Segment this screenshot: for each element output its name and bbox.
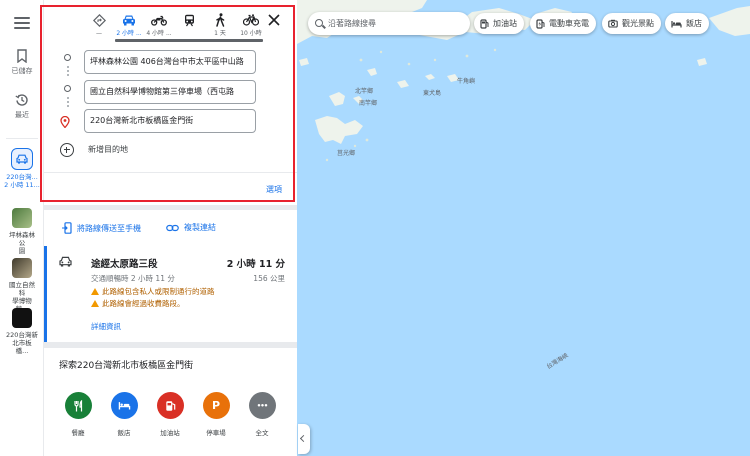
- explore-title: 探索220台灣新北市板橋區金門街: [59, 361, 194, 371]
- route-warning-restricted: 此路線包含私人或限制通行的道路: [91, 286, 215, 297]
- car-icon: [59, 256, 72, 267]
- route-warning-toll: 此路線會經過收費路段。: [91, 298, 185, 309]
- share-row: 將路線傳送至手機 複製連結: [44, 210, 297, 246]
- search-icon: [315, 19, 323, 27]
- camera-icon: [608, 19, 618, 28]
- bookmark-icon: [17, 49, 27, 63]
- map-label-nangan: 南竿鄉: [359, 100, 378, 107]
- hotel-icon: [118, 402, 130, 410]
- travel-mode-underline: [115, 39, 263, 42]
- mode-cycling[interactable]: 10 小時: [236, 12, 266, 38]
- send-to-phone-icon: [62, 222, 72, 234]
- connector-dots: [66, 66, 69, 78]
- car-icon: [16, 154, 28, 164]
- gas-station-icon: [480, 18, 489, 29]
- directions-panel: — 2 小時 ... 4 小時 ... 1 天 10 小時 坪林森林公園 406…: [44, 0, 297, 456]
- active-trip-time: 2 小時 11...: [4, 181, 40, 189]
- send-to-phone-button[interactable]: 將路線傳送至手機: [62, 222, 141, 234]
- mode-driving[interactable]: 2 小時 ...: [114, 12, 144, 38]
- category-restaurants[interactable]: 餐廳: [58, 392, 98, 437]
- close-icon: [268, 14, 280, 26]
- chip-ev-charging[interactable]: 電動車充電: [530, 13, 596, 34]
- category-gas-stations[interactable]: 加油站: [150, 392, 190, 437]
- link-icon: [166, 224, 179, 231]
- warning-icon: [91, 288, 99, 295]
- bicycle-icon: [243, 14, 259, 26]
- map-label-dongquan: 東犬島: [423, 90, 442, 97]
- place-thumbnail: [12, 258, 32, 278]
- options-button[interactable]: 選項: [266, 184, 282, 195]
- mode-best[interactable]: —: [84, 12, 114, 38]
- more-icon: •••: [248, 392, 276, 419]
- explore-nearby-section: 探索220台灣新北市板橋區金門街 餐廳 飯店 加油站 P 停車場 ••• 全文: [44, 348, 297, 456]
- category-hotels[interactable]: 飯店: [104, 392, 144, 437]
- recent-place-museum[interactable]: 國立自然科 學博物館...: [6, 258, 38, 313]
- diamond-route-icon: [92, 13, 106, 27]
- history-icon: [15, 94, 28, 106]
- motorcycle-icon: [151, 15, 167, 26]
- map-islands: [297, 0, 750, 162]
- card-divider: [44, 172, 297, 173]
- active-trip-button[interactable]: 220台灣... 2 小時 11...: [4, 148, 40, 194]
- recent-place-banqiao[interactable]: 220台灣新 北市板橋...: [6, 308, 38, 355]
- mode-walking[interactable]: 1 天: [205, 12, 235, 38]
- route-distance: 156 公里: [253, 274, 285, 283]
- hotel-icon: [671, 20, 682, 27]
- route-title: 途經太原路三段: [91, 259, 158, 270]
- origin-input[interactable]: 坪林森林公園 406台灣台中市太平區中山路: [84, 50, 256, 74]
- mode-transit[interactable]: [174, 12, 204, 30]
- active-trip-label: 220台灣...: [6, 173, 38, 181]
- destination-input[interactable]: 220台灣新北市板橋區金門街: [84, 109, 256, 133]
- stop-dot-icon: [64, 85, 71, 92]
- mode-motorcycle[interactable]: 4 小時 ...: [144, 12, 174, 38]
- add-destination-button[interactable]: 新增目的地: [88, 144, 128, 155]
- left-rail: 已儲存 最近 220台灣... 2 小時 11... 坪林森林公 園 國立自然科…: [0, 0, 44, 456]
- warning-icon: [91, 300, 99, 307]
- chip-gas-station[interactable]: 加油站: [474, 13, 524, 34]
- category-parking[interactable]: P 停車場: [196, 392, 236, 437]
- search-along-route[interactable]: [308, 12, 470, 35]
- parking-icon: P: [202, 392, 230, 419]
- route-traffic-note: 交通順暢時 2 小時 11 分: [91, 274, 175, 283]
- chip-attractions[interactable]: 觀光景點: [602, 13, 661, 34]
- chip-hotels[interactable]: 飯店: [665, 13, 709, 34]
- map-canvas[interactable]: 牛角嶼 北竿鄉 東犬島 南竿鄉 莒光鄉 台灣海峽: [297, 0, 750, 456]
- train-icon: [184, 14, 194, 26]
- category-more[interactable]: ••• 全文: [242, 392, 282, 437]
- copy-link-button[interactable]: 複製連結: [166, 222, 216, 233]
- collapse-panel-button[interactable]: [298, 424, 310, 454]
- walking-icon: [216, 13, 225, 27]
- place-thumbnail: [12, 208, 32, 228]
- add-destination-icon[interactable]: [60, 143, 74, 157]
- connector-dots: [66, 97, 69, 109]
- close-directions-button[interactable]: [266, 12, 282, 28]
- destination-pin-icon: [60, 116, 70, 128]
- search-input[interactable]: [328, 16, 464, 31]
- car-icon: [123, 15, 135, 26]
- menu-icon[interactable]: [12, 14, 32, 30]
- route-duration: 2 小時 11 分: [226, 259, 285, 270]
- stop-input[interactable]: 國立自然科學博物館第三停車場（西屯路: [84, 80, 256, 104]
- route-option-card[interactable]: 途經太原路三段 2 小時 11 分 交通順暢時 2 小時 11 分 156 公里…: [44, 246, 297, 342]
- recent-place-pinglin[interactable]: 坪林森林公 園: [6, 208, 38, 255]
- map-label-juguang: 莒光鄉: [337, 150, 356, 157]
- gas-station-icon: [165, 400, 175, 411]
- ev-charging-icon: [536, 18, 545, 29]
- map-label-niujiao: 牛角嶼: [457, 78, 476, 85]
- rail-divider: [6, 138, 38, 139]
- route-details-link[interactable]: 詳細資訊: [91, 321, 121, 332]
- recent-button[interactable]: 最近: [0, 93, 44, 120]
- restaurant-icon: [73, 399, 82, 411]
- directions-card: — 2 小時 ... 4 小時 ... 1 天 10 小時 坪林森林公園 406…: [44, 0, 297, 205]
- map-label-beigan: 北竿鄉: [355, 88, 374, 95]
- origin-dot-icon: [64, 54, 71, 61]
- saved-button[interactable]: 已儲存: [0, 49, 44, 76]
- place-thumbnail: [12, 308, 32, 328]
